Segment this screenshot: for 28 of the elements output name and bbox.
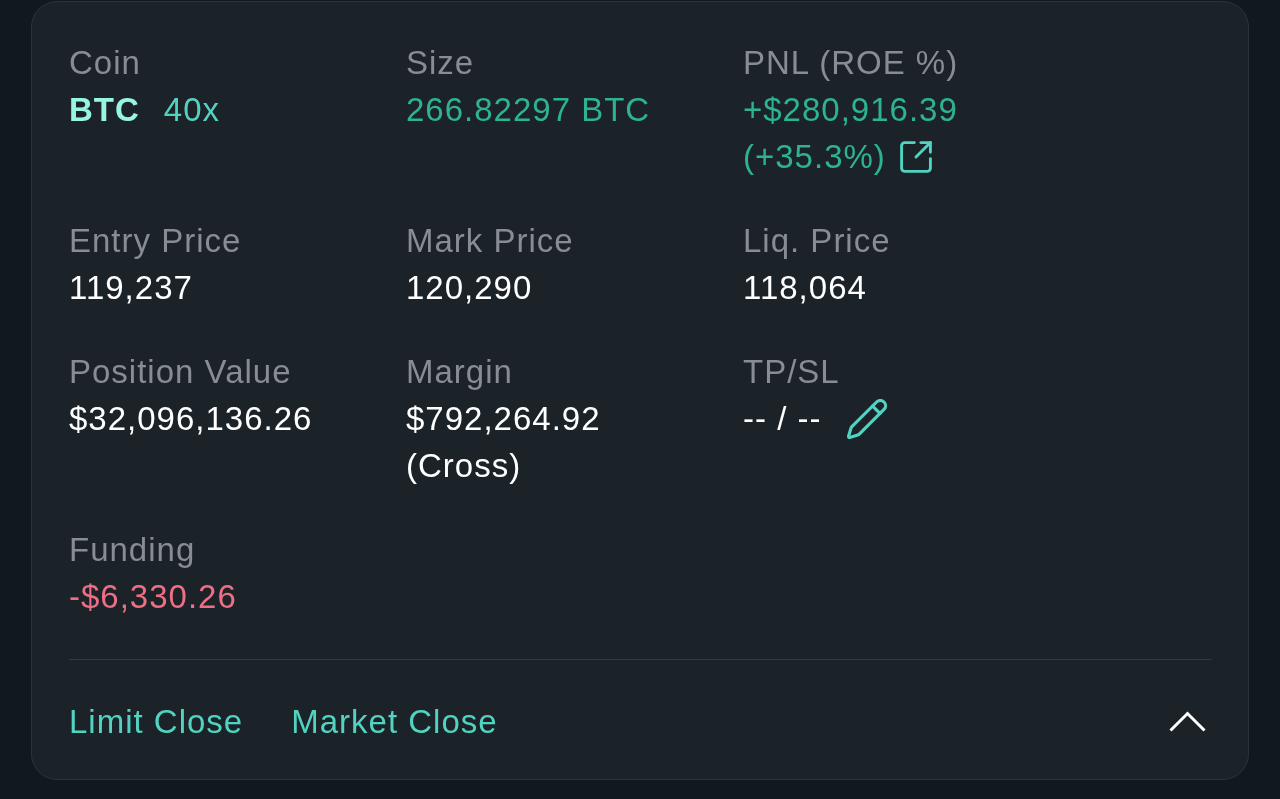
action-link[interactable]: Limit Close <box>69 698 244 745</box>
pencil-edit-icon[interactable] <box>847 398 888 439</box>
field-label: TP/SL <box>743 352 840 392</box>
coin-symbol: BTC <box>69 90 140 130</box>
field-label: Position Value <box>69 352 292 392</box>
field-value: +$280,916.39 <box>743 90 958 130</box>
field-label: Margin <box>406 352 513 392</box>
field-value: -$6,330.26 <box>69 577 237 617</box>
field-value: $792,264.92 <box>406 399 601 439</box>
field-value: 120,290 <box>406 268 533 308</box>
field-value: -- / -- <box>743 399 822 439</box>
field-label: Liq. Price <box>743 221 891 261</box>
action-link[interactable]: Market Close <box>291 698 498 745</box>
field-label: Mark Price <box>406 221 574 261</box>
field-value: 118,064 <box>743 268 867 308</box>
leverage-value: 40x <box>163 90 221 130</box>
field-value: (+35.3%) <box>743 137 886 177</box>
field-value: (Cross) <box>406 446 522 486</box>
field-label: Size <box>406 43 475 83</box>
field-label: Funding <box>69 530 196 570</box>
field-label: Entry Price <box>69 221 242 261</box>
chevron-up-icon[interactable] <box>1169 711 1206 732</box>
field-value: 266.82297 BTC <box>406 90 651 130</box>
field-label: PNL (ROE %) <box>743 43 959 83</box>
field-value: 119,237 <box>69 268 193 308</box>
external-link-icon[interactable] <box>899 140 932 173</box>
field-label: Coin <box>69 43 141 83</box>
field-value: $32,096,136.26 <box>69 399 313 439</box>
